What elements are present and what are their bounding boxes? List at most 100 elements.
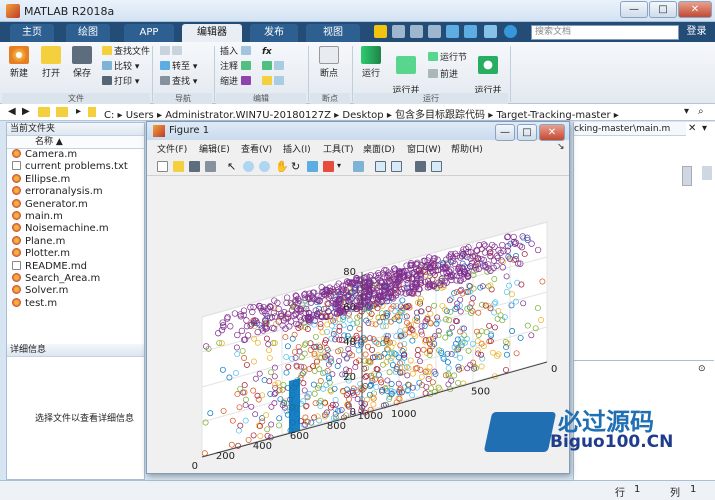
file-item[interactable]: Camera.m [7, 149, 144, 161]
file-item[interactable]: Ellipse.m [7, 173, 144, 186]
zoom-out-icon[interactable] [259, 161, 270, 172]
address-dropdown-icon[interactable]: ▾ [684, 106, 689, 117]
run-button[interactable]: 运行 [356, 46, 386, 79]
find-files-button[interactable]: 查找文件 [102, 46, 150, 58]
file-item[interactable]: Noisemachine.m [7, 223, 144, 235]
figure-close-button[interactable]: ✕ [539, 124, 565, 141]
back-arrow-icon[interactable]: ◀ [8, 106, 16, 117]
pan-icon[interactable]: ✋ [275, 160, 289, 173]
goto-button[interactable]: 转至 ▾ [160, 61, 197, 73]
file-item[interactable]: README.md [7, 260, 144, 273]
brush-icon[interactable] [323, 161, 334, 172]
cut-quick-icon[interactable] [392, 25, 405, 38]
file-item[interactable]: erroranalysis.m [7, 186, 144, 198]
file-item[interactable]: test.m [7, 297, 144, 310]
forward-arrow-icon[interactable]: ▶ [22, 106, 30, 117]
run-section-button[interactable]: 运行节 [428, 52, 467, 64]
file-item[interactable]: main.m [7, 210, 144, 223]
tab-plots[interactable]: 绘图 [66, 24, 110, 42]
legend-icon[interactable] [391, 161, 402, 172]
brush-dropdown-icon[interactable]: ▾ [337, 161, 341, 170]
file-item[interactable]: Plane.m [7, 235, 144, 248]
m-file-icon [12, 235, 21, 245]
hide-plot-tools-icon[interactable] [415, 161, 426, 172]
login-button[interactable]: 登录 [680, 23, 713, 41]
data-cursor-icon[interactable] [307, 161, 318, 172]
menu-window[interactable]: 窗口(W) [407, 142, 441, 155]
compare-button[interactable]: 比较 ▾ [102, 61, 139, 73]
file-item[interactable]: Solver.m [7, 285, 144, 297]
undo-quick-icon[interactable] [446, 25, 459, 38]
tab-publish[interactable]: 发布 [250, 24, 298, 42]
file-item[interactable]: Search_Area.m [7, 272, 144, 285]
file-item[interactable]: current problems.txt [7, 161, 144, 173]
new-button[interactable]: 新建 [4, 46, 34, 79]
figure-toolbar: ↖ ✋ ↻ ▾ [147, 159, 569, 176]
rotate-icon[interactable]: ↻ [291, 160, 300, 173]
maximize-button[interactable]: □ [649, 1, 677, 18]
menu-dock-icon[interactable]: ↘ [557, 142, 565, 152]
folder-up-icon[interactable] [38, 107, 50, 117]
command-window-menu-icon[interactable]: ⊙ [698, 364, 706, 374]
file-item[interactable]: Plotter.m [7, 248, 144, 260]
tab-editor[interactable]: 编辑器 [182, 24, 242, 42]
show-plot-tools-icon[interactable] [431, 161, 442, 172]
menu-file[interactable]: 文件(F) [157, 142, 187, 155]
tab-view[interactable]: 视图 [306, 24, 360, 42]
y-tick-label: 1000 [358, 411, 383, 422]
pointer-icon[interactable]: ↖ [227, 160, 236, 173]
breadcrumb[interactable]: C: ▸ Users ▸ Administrator.WIN7U-2018012… [104, 106, 619, 121]
switch-windows-icon[interactable] [484, 25, 497, 38]
indent-button[interactable]: 缩进 [220, 76, 253, 88]
comment-toggle-icon[interactable] [262, 61, 286, 73]
editor-close-icon[interactable]: ✕ [688, 123, 696, 134]
menu-help[interactable]: 帮助(H) [451, 142, 483, 155]
redo-quick-icon[interactable] [464, 25, 477, 38]
editor-scrollbar-2[interactable] [702, 166, 712, 180]
paste-quick-icon[interactable] [428, 25, 441, 38]
save-button[interactable]: 保存 [67, 46, 97, 79]
zoom-in-icon[interactable] [243, 161, 254, 172]
advance-button[interactable]: 前进 [428, 69, 458, 81]
nav-back-forward[interactable] [160, 46, 184, 58]
search-docs-input[interactable]: 搜索文档 [531, 25, 679, 40]
copy-quick-icon[interactable] [410, 25, 423, 38]
help-icon[interactable] [504, 25, 517, 38]
open-file-icon[interactable] [173, 161, 184, 172]
print-button[interactable]: 打印 ▾ [102, 76, 139, 88]
menu-tools[interactable]: 工具(T) [323, 142, 354, 155]
file-item[interactable]: Generator.m [7, 198, 144, 211]
tab-apps[interactable]: APP [124, 24, 174, 42]
editor-menu-icon[interactable]: ▾ [702, 123, 707, 134]
editor-scrollbar[interactable] [682, 166, 692, 186]
search-path-icon[interactable]: ⌕ [698, 106, 704, 117]
menu-insert[interactable]: 插入(I) [283, 142, 311, 155]
figure-maximize-button[interactable]: □ [517, 124, 537, 141]
menu-view[interactable]: 查看(V) [241, 142, 272, 155]
print-figure-icon[interactable] [205, 161, 216, 172]
indent-toggle-icon[interactable] [262, 76, 286, 88]
browse-folder-icon[interactable] [56, 107, 68, 117]
menu-edit[interactable]: 编辑(E) [199, 142, 230, 155]
fx-button[interactable]: fx [262, 46, 272, 58]
colorbar-icon[interactable] [375, 161, 386, 172]
find-button[interactable]: 查找 ▾ [160, 76, 197, 88]
save-figure-icon[interactable] [189, 161, 200, 172]
path-root-arrow[interactable]: ▸ [76, 106, 81, 117]
figure-minimize-button[interactable]: — [495, 124, 515, 141]
save-quick-icon[interactable] [374, 25, 387, 38]
open-button[interactable]: 打开 [36, 46, 66, 79]
goto-icon [160, 61, 170, 70]
name-column-header[interactable]: 名称 ▲ [7, 136, 144, 149]
insert-button[interactable]: 插入 [220, 46, 253, 58]
breakpoints-button[interactable]: 断点 [314, 46, 344, 79]
link-plot-icon[interactable] [353, 161, 364, 172]
new-figure-icon[interactable] [157, 161, 168, 172]
close-button[interactable]: ✕ [678, 1, 712, 18]
menu-desktop[interactable]: 桌面(D) [363, 142, 395, 155]
comment-button[interactable]: 注释 [220, 61, 253, 73]
minimize-button[interactable]: — [620, 1, 648, 18]
tab-home[interactable]: 主页 [10, 24, 54, 42]
editor-file-tab[interactable]: cking-master\main.m [574, 122, 686, 136]
m-file-icon [12, 210, 21, 220]
